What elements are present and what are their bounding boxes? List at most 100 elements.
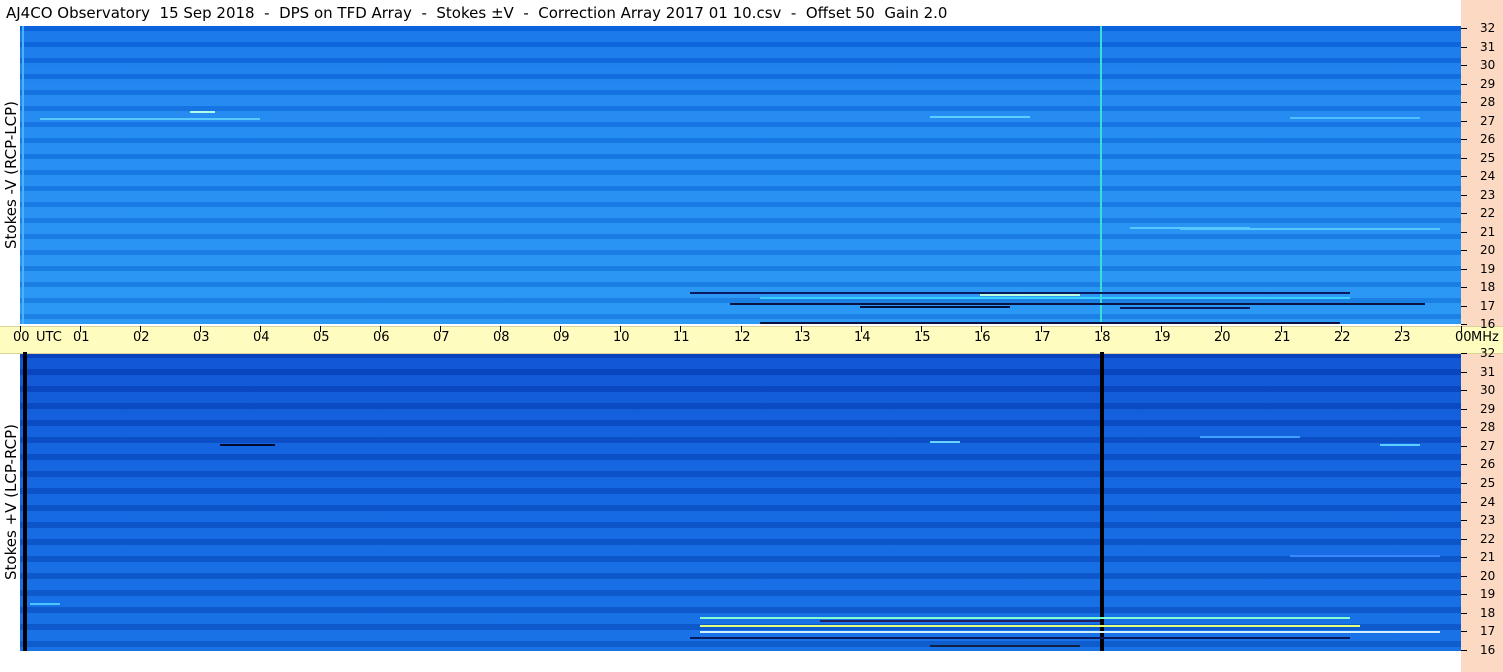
- bottom-emission-streak: [820, 620, 1100, 622]
- top-emission-streak: [760, 297, 1350, 299]
- top-freq-tick: [1461, 102, 1467, 103]
- bottom-freq-label: 23: [1480, 513, 1496, 527]
- bottom-emission-streak: [930, 645, 1080, 647]
- hour-label: 22: [1334, 330, 1351, 345]
- bottom-freq-label: 31: [1480, 365, 1496, 379]
- bottom-freq-tick: [1461, 576, 1467, 577]
- top-panel-axis-label: Stokes -V (RCP-LCP): [2, 26, 20, 324]
- top-freq-label: 16: [1480, 317, 1496, 331]
- bottom-freq-label: 21: [1480, 550, 1496, 564]
- bottom-freq-tick: [1461, 502, 1467, 503]
- top-freq-label: 25: [1480, 151, 1496, 165]
- top-freq-label: 22: [1480, 206, 1496, 220]
- top-freq-label: 18: [1480, 280, 1496, 294]
- top-freq-label: 17: [1480, 299, 1496, 313]
- hour-label: 19: [1154, 330, 1171, 345]
- bottom-freq-label: 28: [1480, 420, 1496, 434]
- top-emission-streak: [1180, 228, 1440, 230]
- bottom-emission-streak: [30, 603, 60, 605]
- bottom-freq-tick: [1461, 390, 1467, 391]
- hour-label: 09: [553, 330, 570, 345]
- stokes-plus-v-spectrogram: [20, 352, 1461, 651]
- top-freq-tick: [1461, 158, 1467, 159]
- hour-label: 00: [1455, 330, 1472, 345]
- top-emission-streak: [860, 306, 1010, 308]
- bottom-freq-label: 16: [1480, 643, 1496, 657]
- hour-label: 18: [1094, 330, 1111, 345]
- bottom-freq-tick: [1461, 650, 1467, 651]
- bottom-freq-label: 24: [1480, 495, 1496, 509]
- hour-label: 05: [313, 330, 330, 345]
- top-freq-tick: [1461, 324, 1467, 325]
- hour-label: 08: [493, 330, 510, 345]
- bottom-freq-label: 27: [1480, 439, 1496, 453]
- hour-label: 02: [133, 330, 150, 345]
- top-freq-tick: [1461, 47, 1467, 48]
- top-freq-tick: [1461, 28, 1467, 29]
- top-freq-label: 20: [1480, 243, 1496, 257]
- bottom-freq-tick: [1461, 594, 1467, 595]
- bottom-panel-label: Stokes +V (LCP-RCP): [2, 423, 20, 580]
- bottom-freq-tick: [1461, 427, 1467, 428]
- bottom-freq-tick: [1461, 464, 1467, 465]
- bottom-emission-streak: [1290, 555, 1440, 557]
- hour-label: 15: [914, 330, 931, 345]
- top-freq-label: 24: [1480, 169, 1496, 183]
- top-18utc-marker: [1100, 26, 1102, 324]
- stokes-minus-v-spectrogram: [20, 26, 1461, 324]
- bottom-freq-label: 17: [1480, 624, 1496, 638]
- hour-label: 21: [1274, 330, 1291, 345]
- top-freq-label: 23: [1480, 188, 1496, 202]
- hour-label: 03: [193, 330, 210, 345]
- utc-label: UTC: [36, 330, 62, 345]
- hour-label: 11: [673, 330, 690, 345]
- top-freq-tick: [1461, 65, 1467, 66]
- bottom-emission-streak: [1200, 436, 1300, 438]
- bottom-emission-streak: [700, 617, 1350, 619]
- top-freq-label: 26: [1480, 132, 1496, 146]
- hour-label: 10: [613, 330, 630, 345]
- bottom-freq-tick: [1461, 557, 1467, 558]
- hour-label: 06: [373, 330, 390, 345]
- bottom-freq-label: 30: [1480, 383, 1496, 397]
- bottom-freq-tick: [1461, 539, 1467, 540]
- top-freq-tick: [1461, 306, 1467, 307]
- top-emission-streak: [1120, 307, 1250, 309]
- top-freq-label: 27: [1480, 114, 1496, 128]
- hour-label: 17: [1034, 330, 1051, 345]
- bottom-freq-label: 20: [1480, 569, 1496, 583]
- bottom-panel-axis-label: Stokes +V (LCP-RCP): [2, 352, 20, 651]
- bottom-freq-label: 19: [1480, 587, 1496, 601]
- hour-label: 16: [974, 330, 991, 345]
- bottom-freq-label: 26: [1480, 457, 1496, 471]
- bottom-left-edge-marker: [23, 352, 27, 651]
- top-emission-streak: [1290, 117, 1420, 119]
- bottom-emission-streak: [690, 637, 1350, 639]
- top-emission-streak: [730, 303, 1425, 305]
- hour-label: 13: [794, 330, 811, 345]
- bottom-freq-tick: [1461, 631, 1467, 632]
- top-freq-label: 21: [1480, 225, 1496, 239]
- top-freq-label: 28: [1480, 95, 1496, 109]
- top-freq-tick: [1461, 269, 1467, 270]
- bottom-emission-streak: [700, 625, 1360, 627]
- top-freq-label: 32: [1480, 21, 1496, 35]
- bottom-freq-tick: [1461, 353, 1467, 354]
- top-emission-streak: [40, 118, 260, 120]
- bottom-freq-tick: [1461, 613, 1467, 614]
- bottom-freq-tick: [1461, 409, 1467, 410]
- top-emission-streak: [190, 111, 215, 113]
- hour-label: 01: [73, 330, 90, 345]
- bottom-emission-streak: [930, 441, 960, 443]
- bottom-emission-streak: [700, 631, 1440, 633]
- top-freq-label: 30: [1480, 58, 1496, 72]
- bottom-18utc-marker: [1100, 352, 1104, 651]
- bottom-freq-tick: [1461, 520, 1467, 521]
- bottom-freq-tick: [1461, 483, 1467, 484]
- top-panel-label: Stokes -V (RCP-LCP): [2, 101, 20, 249]
- bottom-freq-label: 25: [1480, 476, 1496, 490]
- bottom-freq-label: 22: [1480, 532, 1496, 546]
- spectrogram-title: AJ4CO Observatory 15 Sep 2018 - DPS on T…: [6, 4, 948, 22]
- top-freq-tick: [1461, 139, 1467, 140]
- top-left-edge-marker: [22, 26, 24, 324]
